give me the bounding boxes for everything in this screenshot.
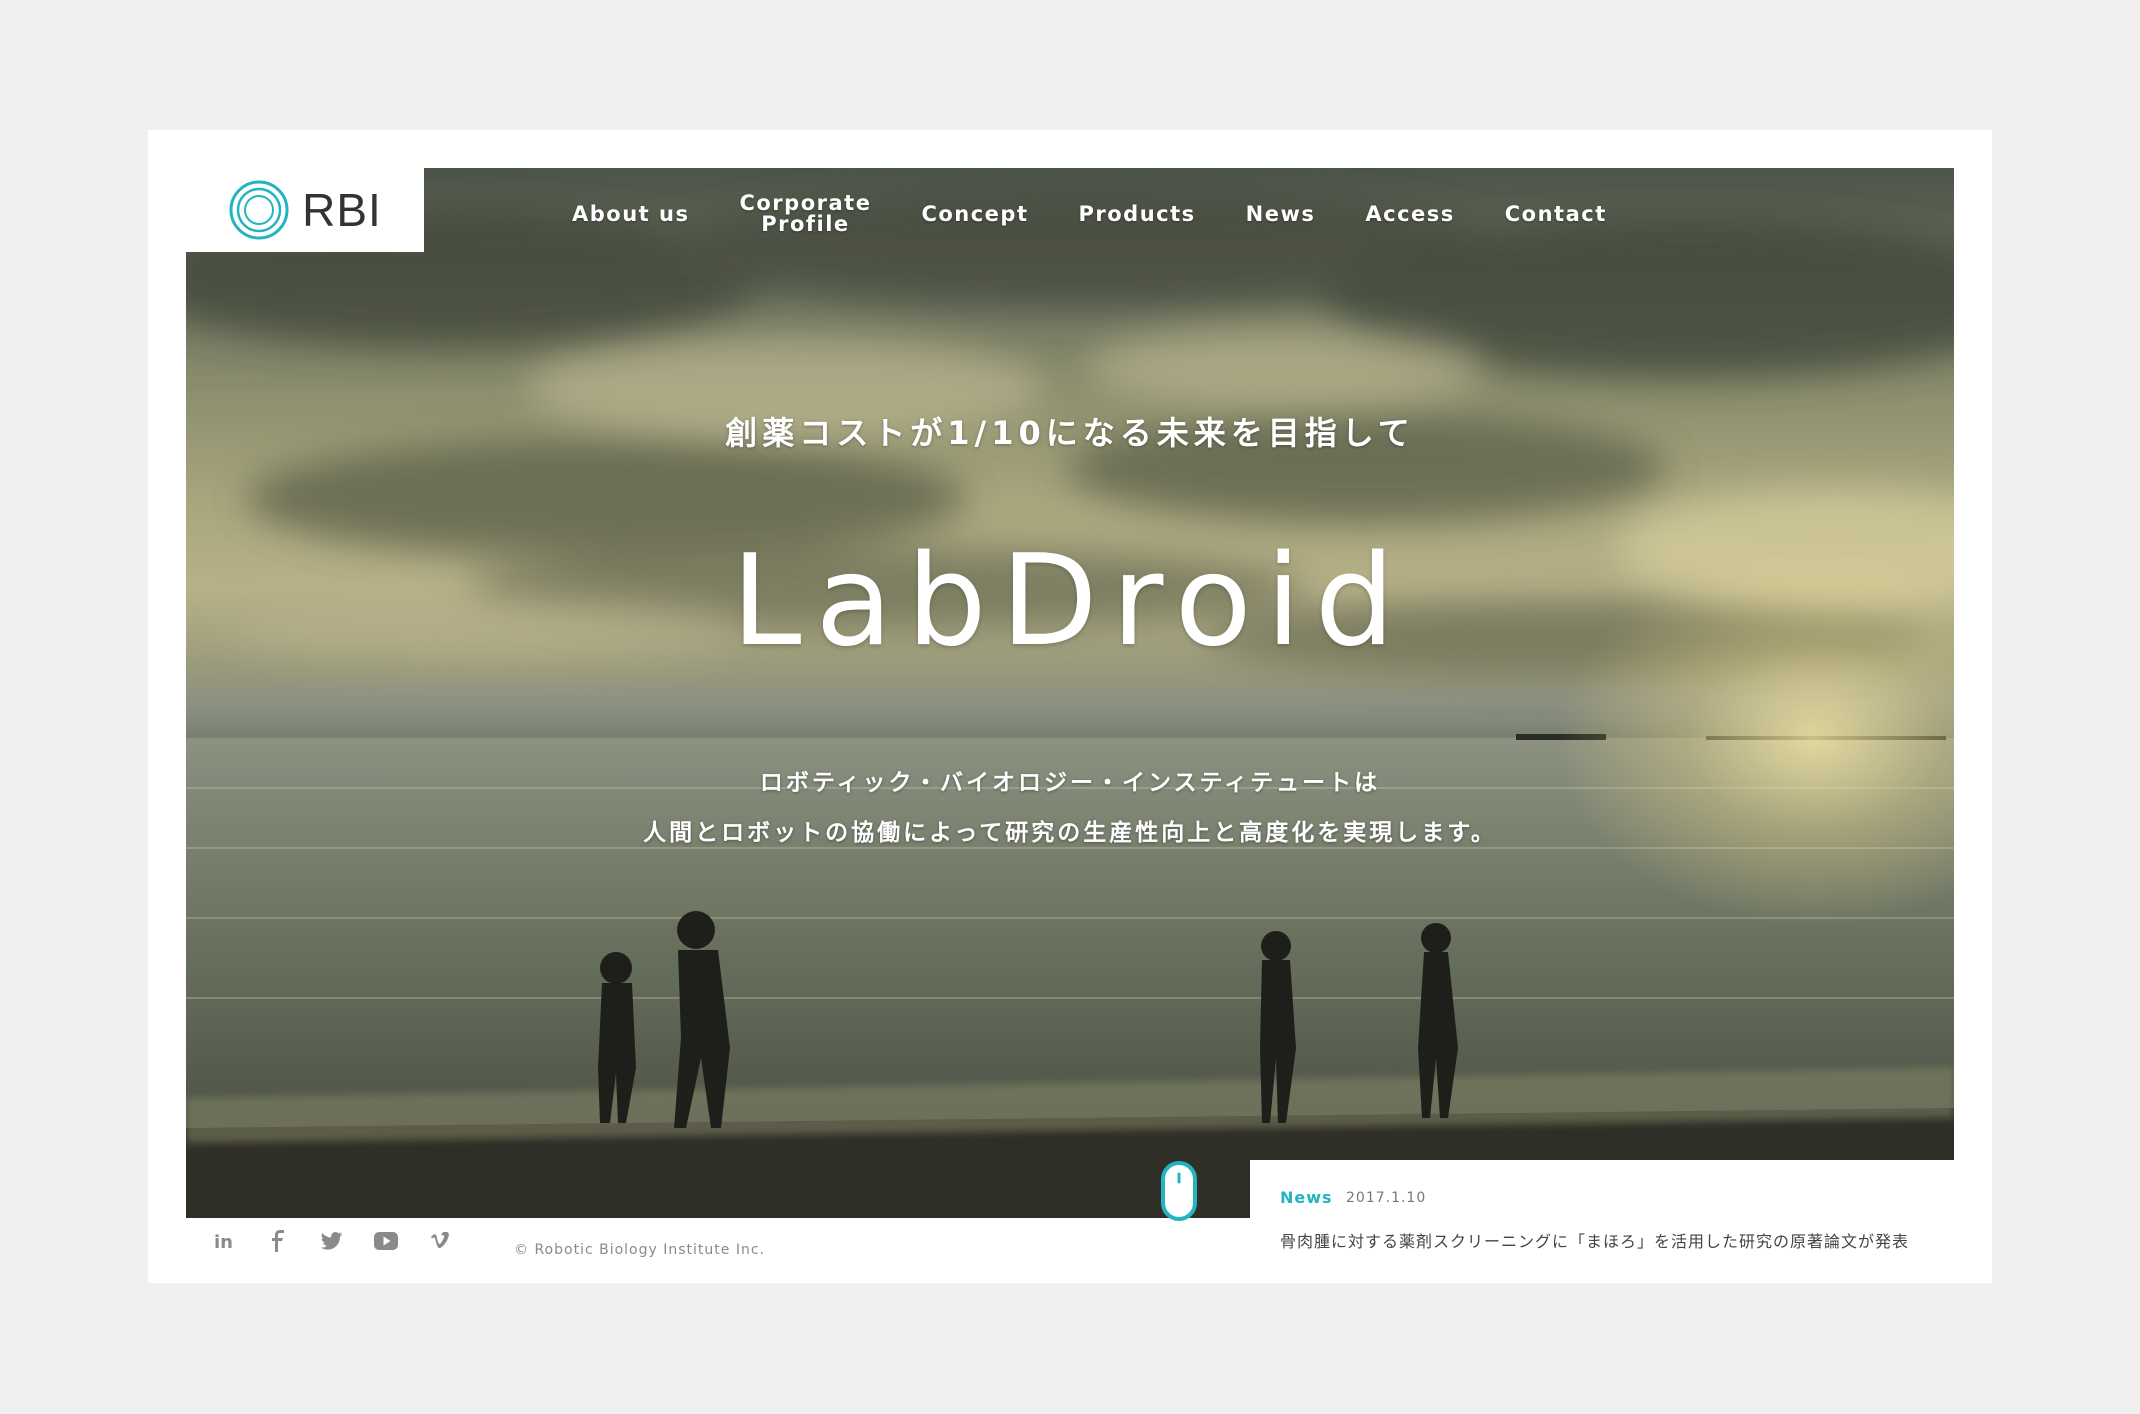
news-label: News [1280,1188,1333,1207]
nav-corporate-profile[interactable]: Corporate Profile [739,193,871,235]
nav-access[interactable]: Access [1365,203,1454,225]
news-date: 2017.1.10 [1346,1190,1427,1206]
news-headline[interactable]: 骨肉腫に対する薬剤スクリーニングに「まほろ」を活用した研究の原著論文が発表 [1280,1228,1909,1252]
scroll-mouse-icon[interactable] [1160,1160,1198,1222]
page-frame: RBI About us Corporate Profile Concept P… [148,130,1992,1283]
youtube-icon[interactable] [372,1227,400,1255]
facebook-icon[interactable] [264,1227,292,1255]
linkedin-icon[interactable]: in [210,1227,238,1255]
logo[interactable]: RBI [186,168,424,252]
hero-description: ロボティック・バイオロジー・インスティテュートは 人間とロボットの協働によって研… [186,758,1954,858]
nav-contact[interactable]: Contact [1505,203,1607,225]
svg-text:in: in [214,1232,233,1251]
vimeo-icon[interactable] [426,1227,454,1255]
twitter-icon[interactable] [318,1227,346,1255]
nav-products[interactable]: Products [1079,203,1196,225]
logo-text: RBI [302,184,382,236]
main-nav: About us Corporate Profile Concept Produ… [572,184,1607,244]
hero-section: RBI About us Corporate Profile Concept P… [186,168,1954,1218]
nav-news[interactable]: News [1246,203,1316,225]
nav-about-us[interactable]: About us [572,203,689,225]
hero-tagline: 創薬コストが1/10になる未来を目指して [725,414,1415,452]
hero-headline: LabDroid [731,527,1409,674]
news-ticker[interactable]: News 2017.1.10 骨肉腫に対する薬剤スクリーニングに「まほろ」を活用… [1250,1160,1954,1283]
hero-description-line-1: ロボティック・バイオロジー・インスティテュートは [759,770,1381,796]
social-links: in [210,1227,454,1255]
hero-description-line-2: 人間とロボットの協働によって研究の生産性向上と高度化を実現します。 [643,820,1497,846]
copyright: © Robotic Biology Institute Inc. [514,1242,765,1258]
nav-concept[interactable]: Concept [921,203,1028,225]
rbi-rings-logo-icon [229,180,289,240]
